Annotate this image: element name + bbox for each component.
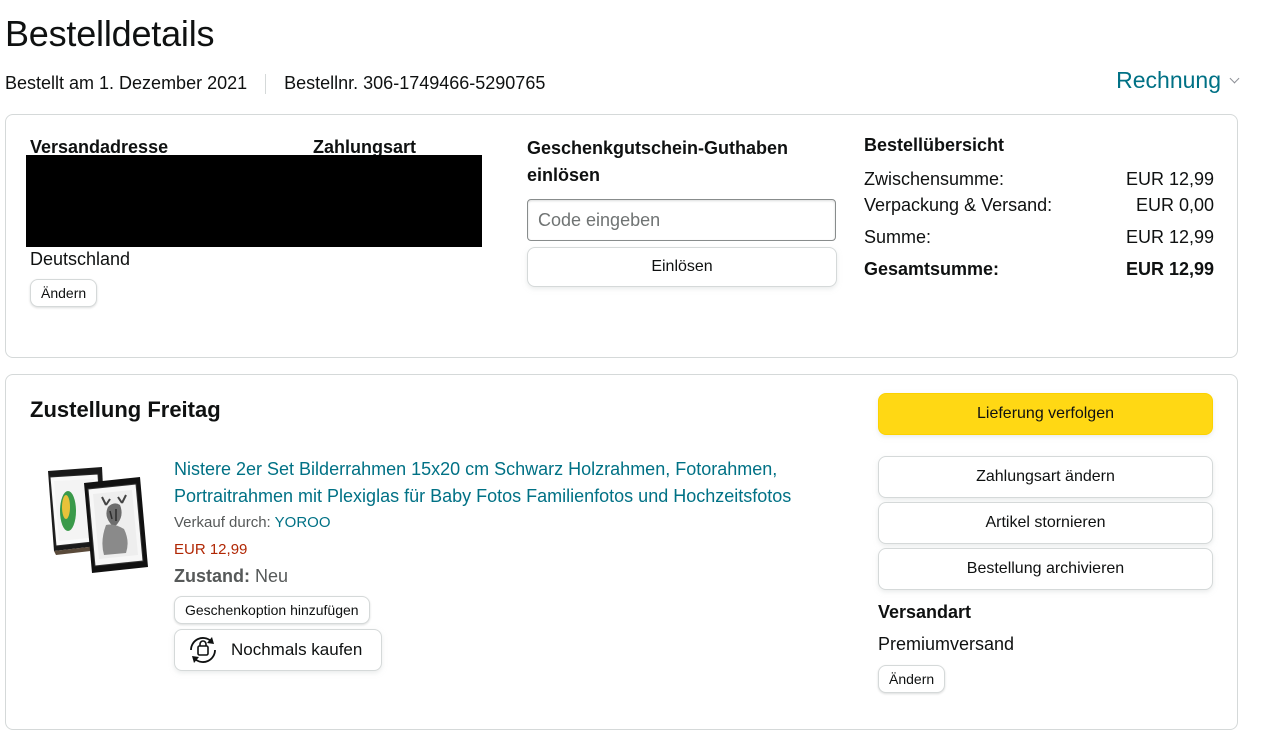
summary-row: Summe: EUR 12,99: [864, 224, 1214, 250]
summary-row-label: Verpackung & Versand:: [864, 195, 1053, 215]
summary-row-value: EUR 12,99: [1125, 227, 1214, 247]
redacted-block: [26, 155, 482, 247]
change-address-button[interactable]: Ändern: [30, 279, 98, 307]
summary-total-label: Gesamtsumme:: [864, 259, 1000, 279]
product-price: EUR 12,99: [174, 541, 248, 558]
summary-total-row: Gesamtsumme: EUR 12,99: [864, 256, 1214, 282]
buy-again-label: Nochmals kaufen: [231, 640, 363, 659]
summary-row-value: EUR 12,99: [1125, 169, 1214, 189]
product-title-link[interactable]: Nistere 2er Set Bilderrahmen 15x20 cm Sc…: [174, 456, 854, 510]
seller-prefix: Verkauf durch:: [174, 514, 271, 531]
order-info-card: Versandadresse Zahlungsart Deutschland Ä…: [5, 114, 1238, 358]
change-shipping-button[interactable]: Ändern: [878, 665, 946, 693]
seller-info: Verkauf durch: YOROO: [174, 514, 330, 531]
order-number: Bestellnr. 306-1749466-5290765: [284, 73, 546, 93]
summary-row: Verpackung & Versand: EUR 0,00: [864, 192, 1214, 218]
buy-again-button[interactable]: Nochmals kaufen: [174, 629, 382, 671]
buy-again-icon: [190, 637, 216, 663]
product-image[interactable]: [44, 463, 156, 575]
summary-row-label: Summe:: [864, 227, 932, 247]
summary-row-value: EUR 0,00: [1135, 195, 1214, 215]
condition-value: Neu: [255, 566, 289, 586]
invoice-dropdown[interactable]: Rechnung: [1116, 67, 1240, 94]
order-meta: Bestellt am 1. Dezember 2021 Bestellnr. …: [5, 73, 545, 94]
order-date: Bestellt am 1. Dezember 2021: [5, 73, 248, 93]
condition-label: Zustand:: [174, 566, 250, 586]
chevron-down-icon: [1229, 73, 1240, 84]
delivery-status: Zustellung Freitag: [30, 397, 221, 422]
summary-total-value: EUR 12,99: [1125, 259, 1214, 279]
seller-link[interactable]: YOROO: [275, 514, 331, 531]
invoice-label: Rechnung: [1116, 67, 1221, 93]
product-condition: Zustand: Neu: [174, 566, 288, 587]
shipping-method-heading: Versandart: [878, 602, 972, 622]
change-payment-button[interactable]: Zahlungsart ändern: [878, 456, 1213, 498]
shipping-method-value: Premiumversand: [878, 634, 1015, 654]
shipping-country: Deutschland: [30, 249, 131, 269]
track-delivery-button[interactable]: Lieferung verfolgen: [878, 393, 1213, 435]
summary-row-label: Zwischensumme:: [864, 169, 1005, 189]
summary-title: Bestellübersicht: [864, 135, 1005, 155]
redeem-button[interactable]: Einlösen: [527, 247, 837, 287]
order-summary: Bestellübersicht Zwischensumme: EUR 12,9…: [864, 135, 1214, 282]
add-gift-option-button[interactable]: Geschenkoption hinzufügen: [174, 596, 370, 624]
cancel-item-button[interactable]: Artikel stornieren: [878, 502, 1213, 544]
gift-card-heading: Geschenkgutschein-Guthaben einlösen: [527, 138, 789, 185]
page-title: Bestelldetails: [5, 13, 215, 54]
archive-order-button[interactable]: Bestellung archivieren: [878, 548, 1213, 590]
meta-divider: [265, 73, 267, 94]
shipment-card: Zustellung Freitag Nistere 2er Set Bilde…: [5, 374, 1238, 730]
summary-row: Zwischensumme: EUR 12,99: [864, 166, 1214, 192]
gift-code-input[interactable]: [527, 199, 836, 241]
